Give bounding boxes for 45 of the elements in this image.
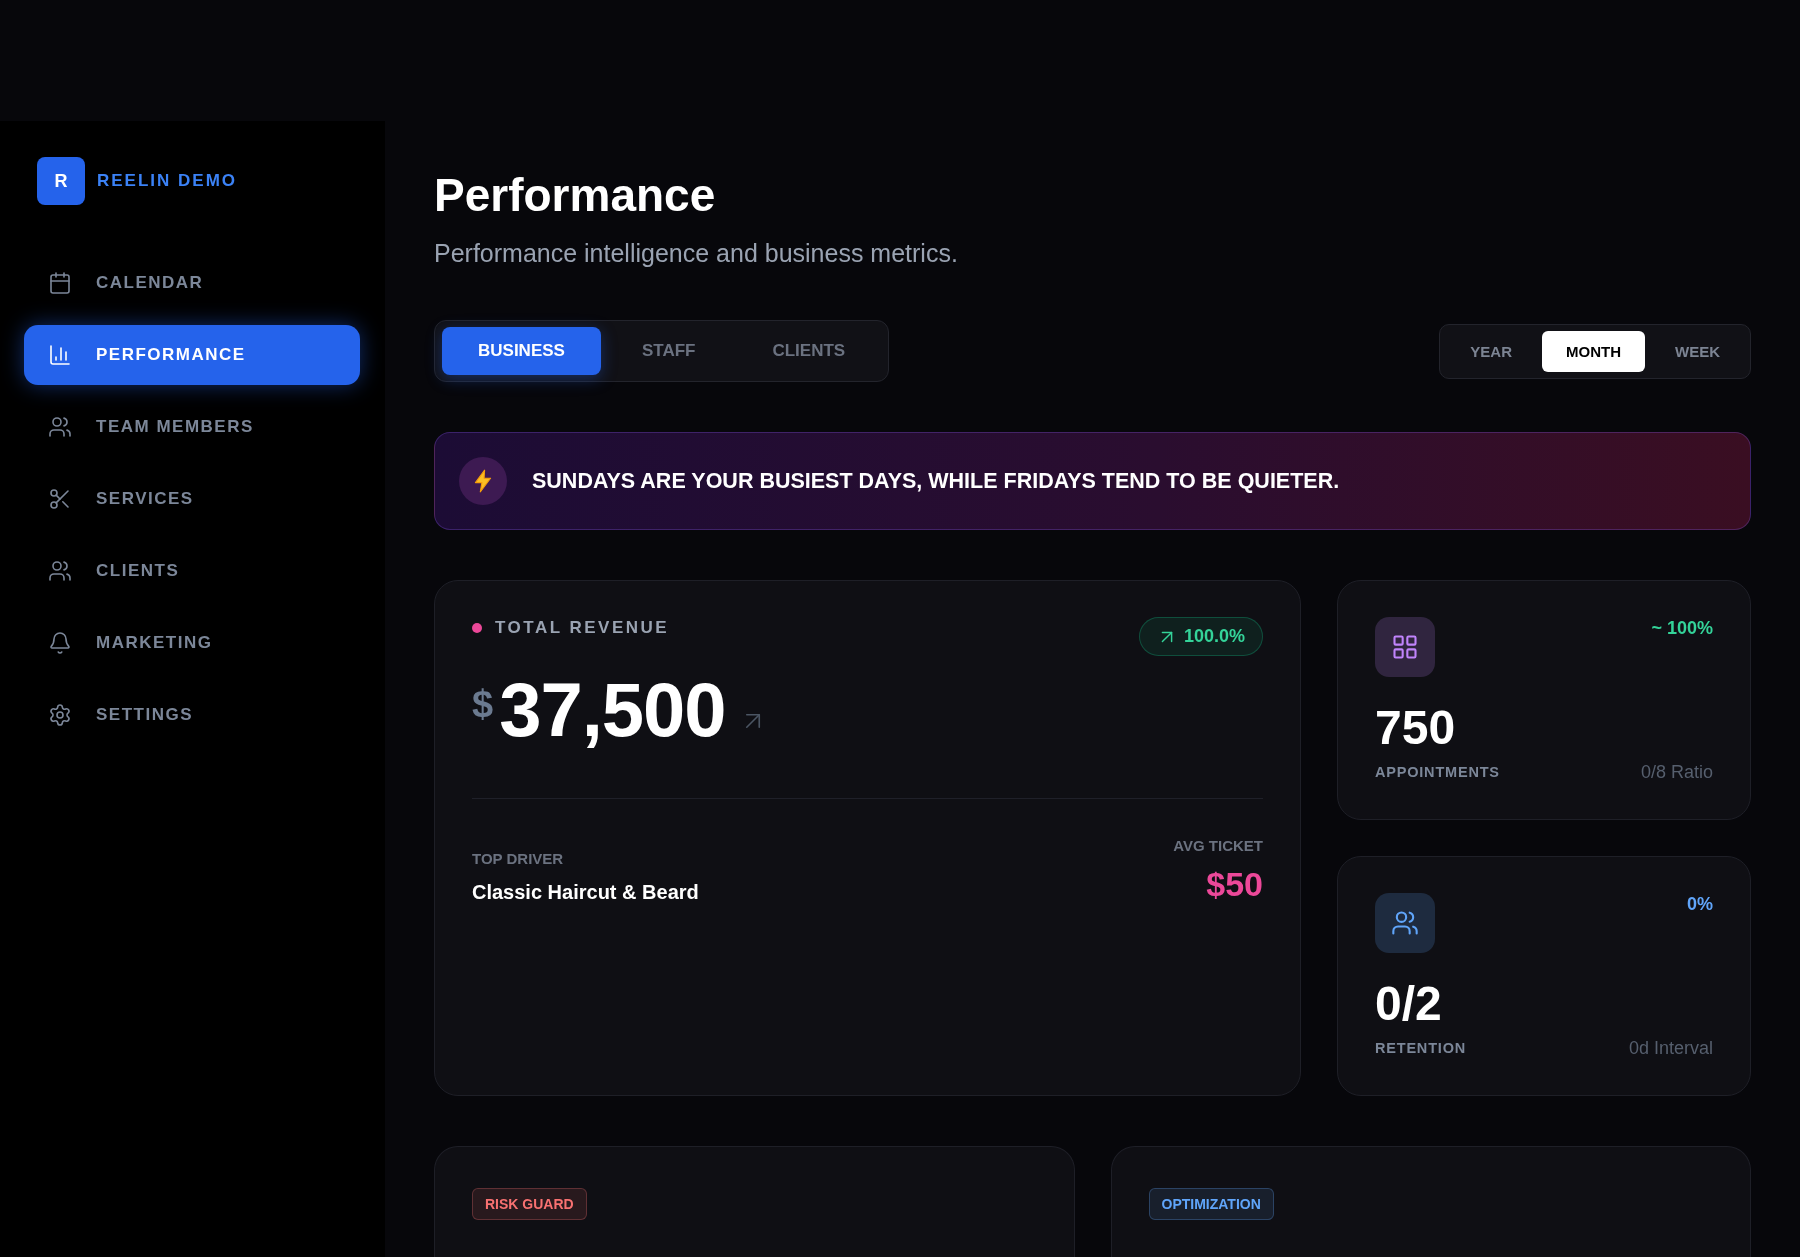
calendar-icon — [48, 271, 72, 295]
nav-item[interactable]: PERFORMANCE — [24, 325, 360, 385]
nav-item[interactable]: CLIENTS — [24, 541, 360, 601]
stat-detail: 0/8 Ratio — [1640, 762, 1713, 782]
top-driver-label: TOP DRIVER — [472, 850, 564, 868]
users-icon — [48, 559, 72, 583]
stat-detail: 0d Interval — [1628, 1038, 1713, 1058]
status-dot-icon — [472, 623, 482, 633]
period-tab[interactable]: YEAR — [1446, 330, 1536, 372]
view-tab[interactable]: STAFF — [605, 327, 732, 375]
users-icon — [48, 415, 72, 439]
view-tab[interactable]: BUSINESS — [442, 327, 601, 375]
category-tag: RISK GUARD — [472, 1188, 587, 1220]
stat-label: RETENTION — [1375, 1039, 1466, 1057]
card-label: TOTAL REVENUE — [495, 617, 670, 639]
bar-chart-icon — [48, 343, 72, 367]
category-tag: OPTIMIZATION — [1148, 1188, 1274, 1220]
bell-icon — [48, 631, 72, 655]
period-tab[interactable]: WEEK — [1651, 330, 1744, 372]
stat-label: APPOINTMENTS — [1375, 763, 1500, 781]
nav-item[interactable]: TEAM MEMBERS — [24, 397, 360, 457]
avg-ticket-label: AVG TICKET — [1173, 837, 1263, 855]
revenue-value: 37,500 — [499, 672, 726, 748]
currency-symbol: $ — [472, 685, 494, 723]
brand-name: REELIN DEMO — [97, 171, 238, 191]
stat-value: 750 — [1375, 702, 1456, 754]
nav-item[interactable]: SETTINGS — [24, 685, 360, 745]
period-tab[interactable]: MONTH — [1542, 330, 1645, 372]
nav-item[interactable]: CALENDAR — [24, 253, 360, 313]
lightning-icon — [459, 457, 507, 505]
top-driver-value: Classic Haircut & Beard — [472, 880, 699, 904]
brand-logo: R — [37, 157, 85, 205]
settings-icon — [48, 703, 72, 727]
nav-item[interactable]: SERVICES — [24, 469, 360, 529]
page-subtitle: Performance intelligence and business metrics. — [434, 238, 958, 269]
nav-item[interactable]: MARKETING — [24, 613, 360, 673]
view-tab[interactable]: CLIENTS — [736, 327, 882, 375]
scissors-icon — [48, 487, 72, 511]
insight-text: SUNDAYS ARE YOUR BUSIEST DAYS, WHILE FRIDAYS TEND TO BE QUIETER. — [532, 468, 1340, 494]
stat-change: 0% — [1687, 893, 1713, 915]
stat-value: 0/2 — [1375, 978, 1442, 1030]
stat-change: ~ 100% — [1651, 617, 1713, 639]
avg-ticket-value: $50 — [1206, 864, 1263, 904]
page-title: Performance — [434, 169, 716, 222]
change-badge: 100.0% — [1138, 617, 1263, 656]
